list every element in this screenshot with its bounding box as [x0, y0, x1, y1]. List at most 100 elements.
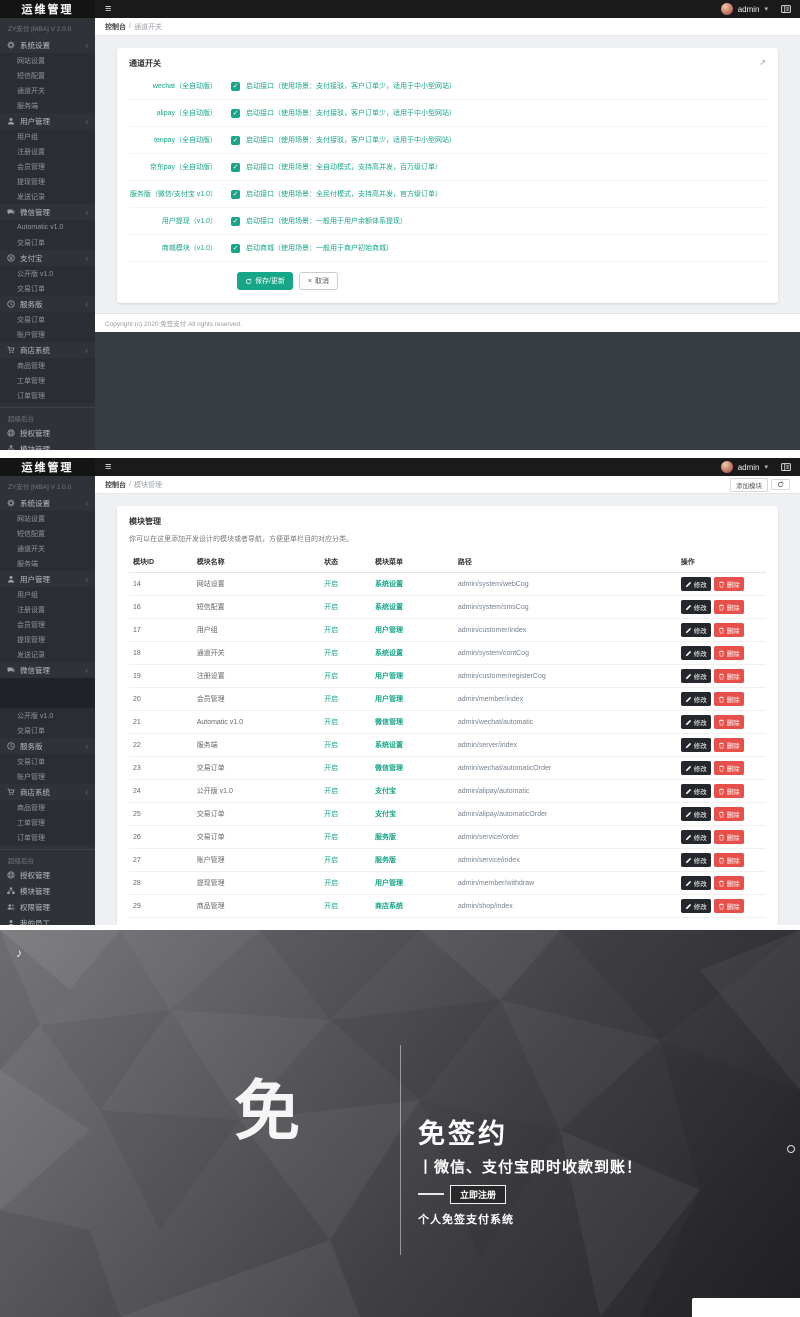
menu-link[interactable]: 用户管理: [375, 673, 403, 680]
delete-button[interactable]: 删除: [713, 761, 744, 775]
sidebar-item-auth-management[interactable]: 授权管理: [0, 425, 95, 441]
sidebar-subitem-sms-config[interactable]: 短信配置: [0, 68, 95, 83]
sidebar-item-service-version[interactable]: 服务版 ‹: [0, 738, 95, 754]
breadcrumb-root[interactable]: 控制台: [105, 22, 126, 32]
register-button[interactable]: 立即注册: [450, 1184, 507, 1204]
refresh-button[interactable]: [771, 479, 790, 490]
sidebar-item-shop-system[interactable]: 商店系统 ‹: [0, 784, 95, 800]
sidebar-subitem-member-management[interactable]: 会员管理: [0, 617, 95, 632]
delete-button[interactable]: 删除: [713, 807, 744, 821]
chat-widget-sliver[interactable]: [692, 1298, 800, 1317]
edit-button[interactable]: 修改: [680, 577, 711, 591]
sidebar-item-wechat-management[interactable]: 微信管理 ‹: [0, 662, 95, 678]
sidebar-subitem-goods-management[interactable]: 商品管理: [0, 358, 95, 373]
save-button[interactable]: 保存/更新: [237, 272, 293, 290]
edit-button[interactable]: 修改: [680, 761, 711, 775]
delete-button[interactable]: 删除: [713, 669, 744, 683]
checkbox-checked-icon[interactable]: ✓: [231, 108, 240, 118]
slider-dot[interactable]: [787, 1145, 795, 1153]
sidebar-subitem-account-management[interactable]: 账户管理: [0, 327, 95, 342]
sidebar-subitem-server[interactable]: 服务端: [0, 556, 95, 571]
checkbox-checked-icon[interactable]: ✓: [231, 243, 240, 253]
music-note-icon[interactable]: ♪: [16, 946, 22, 960]
user-avatar[interactable]: [720, 3, 733, 15]
sidebar-toggle-icon[interactable]: ≡: [95, 0, 121, 18]
edit-button[interactable]: 修改: [680, 600, 711, 614]
sidebar-subitem-withdraw-management[interactable]: 提现管理: [0, 174, 95, 189]
sidebar-item-system-settings[interactable]: 系统设置 ‹: [0, 37, 95, 53]
delete-button[interactable]: 删除: [713, 830, 744, 844]
sidebar-subitem-public-version[interactable]: 公开版 v1.0: [0, 266, 95, 281]
delete-button[interactable]: 删除: [713, 784, 744, 798]
delete-button[interactable]: 删除: [713, 600, 744, 614]
sidebar-item-wechat-management[interactable]: 微信管理 ‹: [0, 204, 95, 220]
sidebar-subitem-public-version[interactable]: 公开版 v1.0: [0, 708, 95, 723]
sidebar-item-user-management[interactable]: 用户管理 ‹: [0, 571, 95, 587]
menu-link[interactable]: 用户管理: [375, 627, 403, 634]
sidebar-subitem-automatic[interactable]: Automatic v1.0: [0, 220, 95, 235]
sidebar-subitem-user-group[interactable]: 用户组: [0, 129, 95, 144]
checkbox-checked-icon[interactable]: ✓: [231, 162, 240, 172]
sidebar-subitem-account-management[interactable]: 账户管理: [0, 769, 95, 784]
checkbox-checked-icon[interactable]: ✓: [231, 135, 240, 145]
sidebar-item-module-management[interactable]: 模块管理: [0, 883, 95, 899]
control-sidebar-icon[interactable]: [781, 462, 791, 472]
checkbox-checked-icon[interactable]: ✓: [231, 216, 240, 226]
sidebar-subitem-register-settings[interactable]: 注册设置: [0, 144, 95, 159]
sidebar-subitem-alipay-orders[interactable]: 交易订单: [0, 723, 95, 738]
sidebar-subitem-ticket-management[interactable]: 工单管理: [0, 373, 95, 388]
delete-button[interactable]: 删除: [713, 623, 744, 637]
sidebar-item-service-version[interactable]: 服务版 ‹: [0, 296, 95, 312]
user-name[interactable]: admin: [738, 5, 760, 14]
checkbox-checked-icon[interactable]: ✓: [231, 81, 240, 91]
sidebar-subitem-member-management[interactable]: 会员管理: [0, 159, 95, 174]
delete-button[interactable]: 删除: [713, 853, 744, 867]
sidebar-subitem-site-settings[interactable]: 网站设置: [0, 511, 95, 526]
menu-link[interactable]: 服务版: [375, 834, 396, 841]
control-sidebar-icon[interactable]: [781, 4, 791, 14]
sidebar-subitem-channel-switch[interactable]: 通道开关: [0, 541, 95, 556]
menu-link[interactable]: 系统设置: [375, 581, 403, 588]
edit-button[interactable]: 修改: [680, 715, 711, 729]
sidebar-subitem-ticket-management[interactable]: 工单管理: [0, 815, 95, 830]
sidebar-subitem-user-group[interactable]: 用户组: [0, 587, 95, 602]
edit-button[interactable]: 修改: [680, 876, 711, 890]
sidebar-item-staff[interactable]: 我的员工: [0, 915, 95, 925]
sidebar-item-permission-management[interactable]: 权限管理: [0, 899, 95, 915]
delete-button[interactable]: 删除: [713, 876, 744, 890]
delete-button[interactable]: 删除: [713, 646, 744, 660]
sidebar-subitem-alipay-orders[interactable]: 交易订单: [0, 281, 95, 296]
sidebar-subitem-site-settings[interactable]: 网站设置: [0, 53, 95, 68]
edit-button[interactable]: 修改: [680, 646, 711, 660]
edit-button[interactable]: 修改: [680, 899, 711, 913]
menu-link[interactable]: 系统设置: [375, 650, 403, 657]
sidebar-item-user-management[interactable]: 用户管理 ‹: [0, 113, 95, 129]
expand-icon[interactable]: ↗: [759, 58, 766, 67]
menu-link[interactable]: 微信管理: [375, 765, 403, 772]
delete-button[interactable]: 删除: [713, 692, 744, 706]
edit-button[interactable]: 修改: [680, 623, 711, 637]
cancel-button[interactable]: × 取消: [298, 272, 339, 290]
menu-link[interactable]: 系统设置: [375, 742, 403, 749]
breadcrumb-root[interactable]: 控制台: [105, 480, 126, 490]
sidebar-subitem-sms-config[interactable]: 短信配置: [0, 526, 95, 541]
sidebar-subitem-service-orders[interactable]: 交易订单: [0, 312, 95, 327]
sidebar-subitem-goods-management[interactable]: 商品管理: [0, 800, 95, 815]
menu-link[interactable]: 商店系统: [375, 903, 403, 910]
sidebar-subitem-order-management[interactable]: 订单管理: [0, 388, 95, 403]
sidebar-subitem-order-management[interactable]: 订单管理: [0, 830, 95, 845]
checkbox-checked-icon[interactable]: ✓: [231, 189, 240, 199]
sidebar-item-alipay[interactable]: 支付宝 ‹: [0, 250, 95, 266]
sidebar-subitem-register-settings[interactable]: 注册设置: [0, 602, 95, 617]
sidebar-subitem-withdraw-management[interactable]: 提现管理: [0, 632, 95, 647]
edit-button[interactable]: 修改: [680, 807, 711, 821]
edit-button[interactable]: 修改: [680, 692, 711, 706]
add-module-button[interactable]: 添加模块: [730, 477, 768, 492]
menu-link[interactable]: 用户管理: [375, 696, 403, 703]
menu-link[interactable]: 微信管理: [375, 719, 403, 726]
delete-button[interactable]: 删除: [713, 899, 744, 913]
menu-link[interactable]: 系统设置: [375, 604, 403, 611]
sidebar-subitem-wechat-orders[interactable]: 交易订单: [0, 235, 95, 250]
delete-button[interactable]: 删除: [713, 715, 744, 729]
menu-link[interactable]: 用户管理: [375, 880, 403, 887]
